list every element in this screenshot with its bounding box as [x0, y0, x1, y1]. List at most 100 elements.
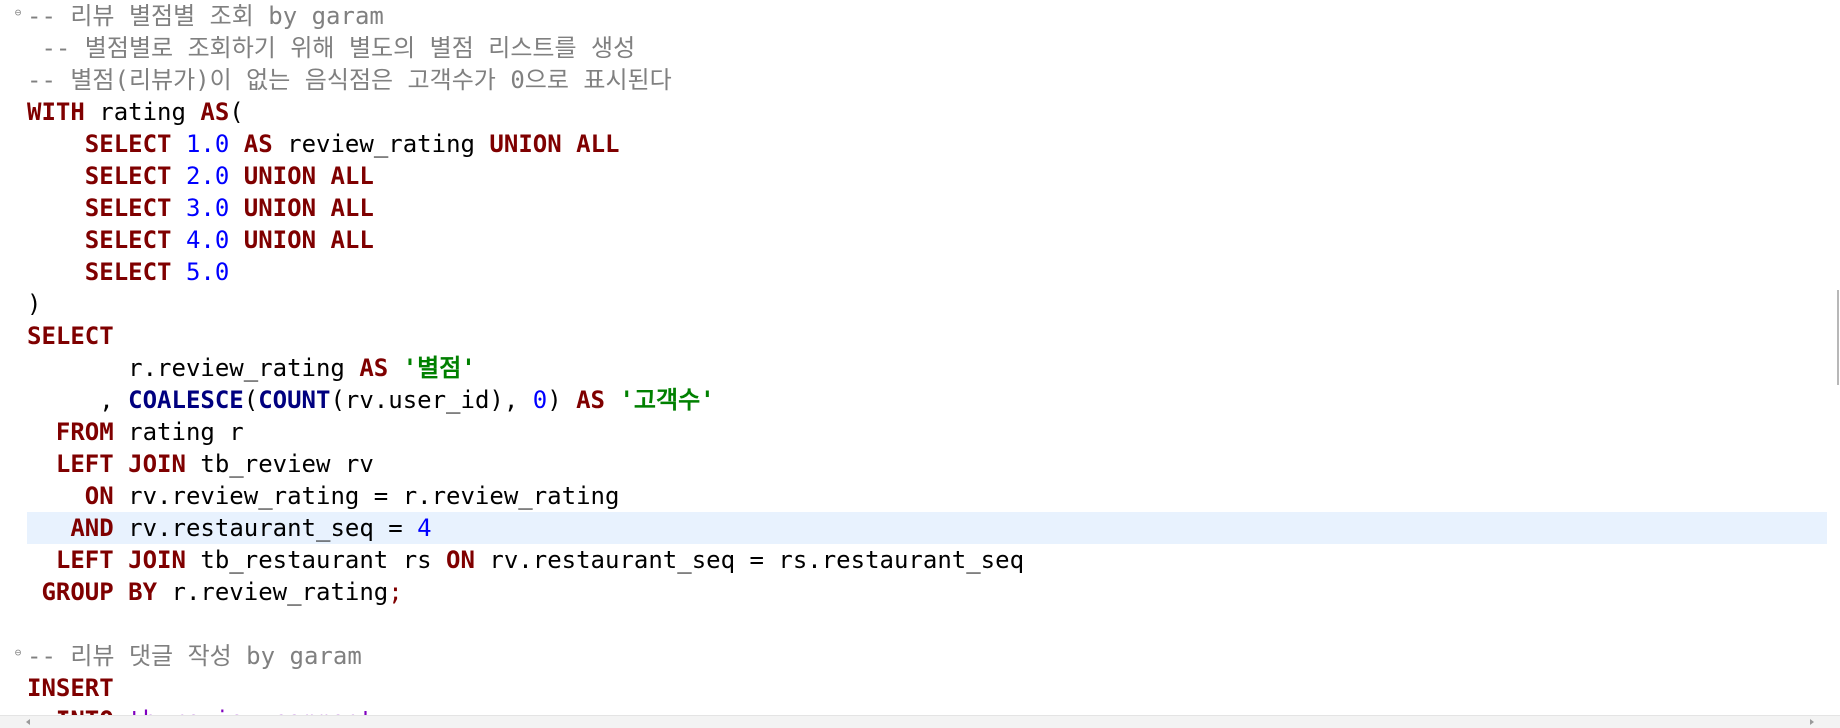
- code-line[interactable]: SELECT 4.0 UNION ALL: [27, 224, 1827, 256]
- code-token: review_rating: [272, 130, 490, 158]
- keyword-token: AS: [243, 130, 273, 158]
- keyword-token: SELECT: [84, 194, 172, 222]
- code-line[interactable]: [27, 608, 1827, 640]
- number-token: 2.0: [185, 162, 230, 190]
- function-token: COUNT: [258, 386, 331, 414]
- keyword-token: AS: [576, 386, 606, 414]
- keyword-token: UNION ALL: [243, 226, 374, 254]
- code-line[interactable]: ⊖ -- 리뷰 별점별 조회 by garam: [15, 0, 1827, 32]
- keyword-token: SELECT: [84, 162, 172, 190]
- code-line-current[interactable]: AND rv.restaurant_seq = 4: [27, 512, 1827, 544]
- code-token: (: [243, 386, 259, 414]
- fold-toggle-icon[interactable]: ⊖: [12, 640, 24, 672]
- keyword-token: UNION ALL: [243, 194, 374, 222]
- code-line[interactable]: LEFT JOIN tb_review rv: [27, 448, 1827, 480]
- code-line[interactable]: -- 별점별로 조회하기 위해 별도의 별점 리스트를 생성: [27, 32, 1827, 64]
- code-line[interactable]: r.review_rating AS '별점': [27, 352, 1827, 384]
- keyword-token: UNION ALL: [489, 130, 620, 158]
- code-line[interactable]: SELECT 3.0 UNION ALL: [27, 192, 1827, 224]
- code-token: (: [229, 98, 244, 126]
- code-area[interactable]: ⊖ -- 리뷰 별점별 조회 by garam -- 별점별로 조회하기 위해 별…: [15, 0, 1827, 728]
- keyword-token: SELECT: [84, 258, 172, 286]
- code-line[interactable]: , COALESCE(COUNT(rv.user_id), 0) AS '고객수…: [27, 384, 1827, 416]
- keyword-token: GROUP BY: [41, 578, 158, 606]
- number-token: 4: [417, 514, 432, 542]
- code-token: rating: [84, 98, 201, 126]
- code-line[interactable]: GROUP BY r.review_rating;: [27, 576, 1827, 608]
- scroll-left-arrow-icon[interactable]: [26, 719, 30, 725]
- code-line[interactable]: SELECT 5.0: [27, 256, 1827, 288]
- number-token: 5.0: [185, 258, 230, 286]
- code-token: r.review_rating: [27, 354, 360, 382]
- code-line[interactable]: SELECT 1.0 AS review_rating UNION ALL: [27, 128, 1827, 160]
- function-token: COALESCE: [128, 386, 244, 414]
- keyword-token: AND: [70, 514, 114, 542]
- code-token: rating r: [113, 418, 244, 446]
- code-line[interactable]: ⊖ -- 리뷰 댓글 작성 by garam: [15, 640, 1827, 672]
- code-token: ): [27, 290, 42, 318]
- number-token: 4.0: [185, 226, 230, 254]
- code-token: rv.review_rating = r.review_rating: [113, 482, 620, 510]
- scroll-right-arrow-icon[interactable]: [1810, 719, 1814, 725]
- operator-token: ;: [388, 578, 403, 606]
- keyword-token: INSERT: [27, 674, 114, 702]
- number-token: 3.0: [185, 194, 230, 222]
- keyword-token: FROM: [55, 418, 114, 446]
- sql-editor[interactable]: ⊖ -- 리뷰 별점별 조회 by garam -- 별점별로 조회하기 위해 별…: [0, 0, 1840, 728]
- vertical-scrollbar-thumb[interactable]: [1837, 290, 1839, 385]
- editor-gutter: [0, 0, 27, 716]
- comment-token: -- 별점(리뷰가)이 없는 음식점은 고객수가 0으로 표시된다: [27, 66, 672, 94]
- comment-token: -- 별점별로 조회하기 위해 별도의 별점 리스트를 생성: [27, 34, 636, 62]
- code-line[interactable]: WITH rating AS(: [27, 96, 1827, 128]
- code-line[interactable]: SELECT 2.0 UNION ALL: [27, 160, 1827, 192]
- code-token: r.review_rating: [157, 578, 389, 606]
- code-token: rv.restaurant_seq =: [113, 514, 418, 542]
- keyword-token: WITH: [27, 98, 85, 126]
- keyword-token: LEFT JOIN: [55, 546, 186, 574]
- keyword-token: LEFT JOIN: [55, 450, 186, 478]
- horizontal-scrollbar[interactable]: [0, 715, 1840, 728]
- fold-toggle-icon[interactable]: ⊖: [12, 0, 24, 32]
- keyword-token: AS: [359, 354, 389, 382]
- code-line[interactable]: SELECT: [27, 320, 1827, 352]
- keyword-token: SELECT: [84, 130, 172, 158]
- keyword-token: UNION ALL: [243, 162, 374, 190]
- code-line[interactable]: ON rv.review_rating = r.review_rating: [27, 480, 1827, 512]
- keyword-token: SELECT: [27, 322, 114, 350]
- code-line[interactable]: ): [27, 288, 1827, 320]
- code-line[interactable]: FROM rating r: [27, 416, 1827, 448]
- code-token: ,: [27, 386, 129, 414]
- vertical-scrollbar[interactable]: [1827, 0, 1840, 716]
- code-token: tb_review rv: [185, 450, 374, 478]
- code-line[interactable]: LEFT JOIN tb_restaurant rs ON rv.restaur…: [27, 544, 1827, 576]
- keyword-token: AS: [200, 98, 230, 126]
- string-token: '별점': [402, 354, 476, 382]
- code-line[interactable]: -- 별점(리뷰가)이 없는 음식점은 고객수가 0으로 표시된다: [27, 64, 1827, 96]
- keyword-token: ON: [446, 546, 475, 574]
- number-token: 1.0: [185, 130, 230, 158]
- code-token: rv.restaurant_seq = rs.restaurant_seq: [474, 546, 1025, 574]
- string-token: '고객수': [619, 386, 715, 414]
- comment-token: -- 리뷰 댓글 작성 by garam: [27, 642, 362, 670]
- code-token: (rv.user_id),: [330, 386, 533, 414]
- code-token: ): [547, 386, 577, 414]
- code-line[interactable]: INSERT: [27, 672, 1827, 704]
